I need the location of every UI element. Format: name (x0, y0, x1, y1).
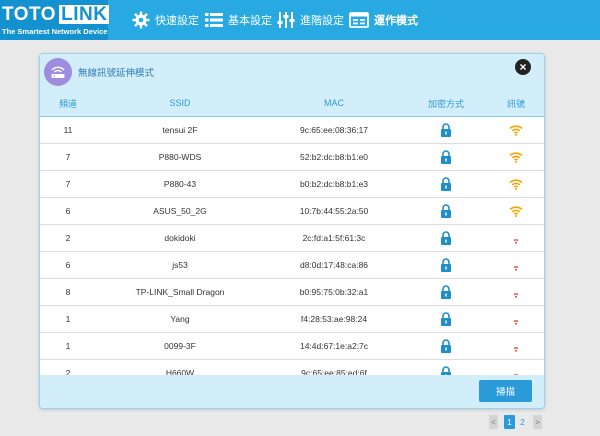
cell-mac: f4:28:53:ae:98:24 (300, 314, 368, 324)
wifi-strong-icon (488, 198, 544, 224)
logo-text-left: TOTO (2, 4, 57, 25)
sliders-icon (277, 11, 295, 29)
cell-channel: 1 (65, 314, 71, 324)
wifi-strong-icon (488, 171, 544, 197)
cell-mac: 52:b2:dc:b8:b1:e0 (299, 152, 369, 162)
nav-operation-mode[interactable]: 運作模式 (349, 0, 418, 40)
lock-icon (404, 306, 488, 332)
network-table-body: 11 tensui 2F 9c:65:ee:08:36:17 7 P880-WDS 52:… (40, 117, 544, 387)
lock-icon (404, 144, 488, 170)
cell-ssid: P880-WDS (158, 152, 202, 162)
cell-channel: 6 (65, 260, 71, 270)
brand-tagline: The Smartest Network Device (2, 27, 108, 36)
column-header-mac: MAC (324, 98, 344, 108)
column-header-encryption: 加密方式 (427, 98, 464, 109)
wifi-strong-icon (488, 117, 544, 143)
cell-channel: 2 (65, 233, 71, 243)
cell-mac: 9c:65:ee:08:36:17 (299, 125, 369, 135)
cell-channel: 1 (65, 341, 71, 351)
table-row[interactable]: 6 ASUS_50_2G 10:7b:44:55:2a:50 (40, 198, 544, 225)
table-row[interactable]: 6 js53 d8:0d:17:48:ca:86 (40, 252, 544, 279)
cell-ssid: Yang (170, 314, 190, 324)
lock-icon (404, 198, 488, 224)
lock-icon (404, 225, 488, 251)
wifi-weak-icon (488, 225, 544, 251)
cell-ssid: ASUS_50_2G (153, 206, 207, 216)
lock-icon (404, 171, 488, 197)
column-header-ssid: SSID (169, 98, 191, 108)
brand-logo[interactable]: TOTO LINK (2, 4, 110, 25)
wifi-router-icon (44, 58, 72, 86)
lock-icon (404, 333, 488, 359)
dialog-title: 無線訊號延伸模式 (78, 68, 155, 79)
table-row[interactable]: 8 TP-LINK_Small Dragon b0:95:75:0b:32:a1 (40, 279, 544, 306)
cell-mac: 14:4d:67:1e:a2:7c (299, 341, 369, 351)
wifi-scan-dialog: 無線訊號延伸模式 × 頻道 SSID MAC 加密方式 訊號 11 tensui … (39, 53, 545, 409)
nav-advanced-setup[interactable]: 進階設定 (277, 0, 344, 40)
gear-icon (132, 11, 150, 29)
nav-quick-setup[interactable]: 快速設定 (132, 0, 199, 40)
next-page-button[interactable]: > (533, 415, 542, 429)
nav-label: 進階設定 (300, 15, 344, 27)
dialog-footer: 掃描 (40, 375, 544, 408)
nav-label: 運作模式 (374, 15, 418, 27)
wifi-weak-icon (488, 279, 544, 305)
list-icon (205, 12, 223, 28)
cell-channel: 11 (63, 125, 73, 135)
cell-mac: 2c:fd:a1:5f:61:3c (302, 233, 366, 243)
page-2-button[interactable]: 2 (517, 415, 528, 429)
nav-basic-setup[interactable]: 基本設定 (205, 0, 272, 40)
cell-ssid: TP-LINK_Small Dragon (135, 287, 225, 297)
table-row[interactable]: 7 P880-WDS 52:b2:dc:b8:b1:e0 (40, 144, 544, 171)
table-row[interactable]: 11 tensui 2F 9c:65:ee:08:36:17 (40, 117, 544, 144)
close-icon[interactable]: × (515, 59, 531, 75)
prev-page-button[interactable]: < (489, 415, 498, 429)
cell-channel: 8 (65, 287, 71, 297)
top-header: TOTO LINK The Smartest Network Device 快速… (0, 0, 600, 40)
page-1-button[interactable]: 1 (504, 415, 515, 429)
cell-mac: b0:b2:dc:b8:b1:e3 (299, 179, 369, 189)
cell-mac: d8:0d:17:48:ca:86 (299, 260, 369, 270)
column-header-channel: 頻道 (58, 98, 77, 109)
table-row[interactable]: 1 0099-3F 14:4d:67:1e:a2:7c (40, 333, 544, 360)
lock-icon (404, 252, 488, 278)
cell-ssid: 0099-3F (164, 341, 196, 351)
cell-channel: 7 (65, 179, 71, 189)
wifi-weak-icon (488, 333, 544, 359)
cell-ssid: js53 (172, 260, 188, 270)
table-row[interactable]: 2 dokidoki 2c:fd:a1:5f:61:3c (40, 225, 544, 252)
cell-ssid: P880-43 (163, 179, 197, 189)
column-header-signal: 訊號 (506, 98, 525, 109)
cell-mac: 10:7b:44:55:2a:50 (299, 206, 369, 216)
cell-mac: b0:95:75:0b:32:a1 (299, 287, 369, 297)
cell-channel: 6 (65, 206, 71, 216)
mode-icon (349, 12, 369, 28)
lock-icon (404, 279, 488, 305)
nav-label: 基本設定 (228, 15, 272, 27)
wifi-weak-icon (488, 252, 544, 278)
cell-ssid: dokidoki (164, 233, 196, 243)
table-header: 頻道 SSID MAC 加密方式 訊號 (40, 90, 544, 117)
nav-label: 快速設定 (155, 15, 199, 27)
cell-ssid: tensui 2F (162, 125, 198, 135)
logo-text-right: LINK (59, 4, 110, 25)
cell-channel: 7 (65, 152, 71, 162)
table-row[interactable]: 1 Yang f4:28:53:ae:98:24 (40, 306, 544, 333)
wifi-weak-icon (488, 306, 544, 332)
wifi-strong-icon (488, 144, 544, 170)
scan-button[interactable]: 掃描 (479, 380, 532, 402)
brand-block: TOTO LINK The Smartest Network Device (0, 0, 110, 40)
dialog-header: 無線訊號延伸模式 × (40, 54, 544, 91)
lock-icon (404, 117, 488, 143)
table-row[interactable]: 7 P880-43 b0:b2:dc:b8:b1:e3 (40, 171, 544, 198)
